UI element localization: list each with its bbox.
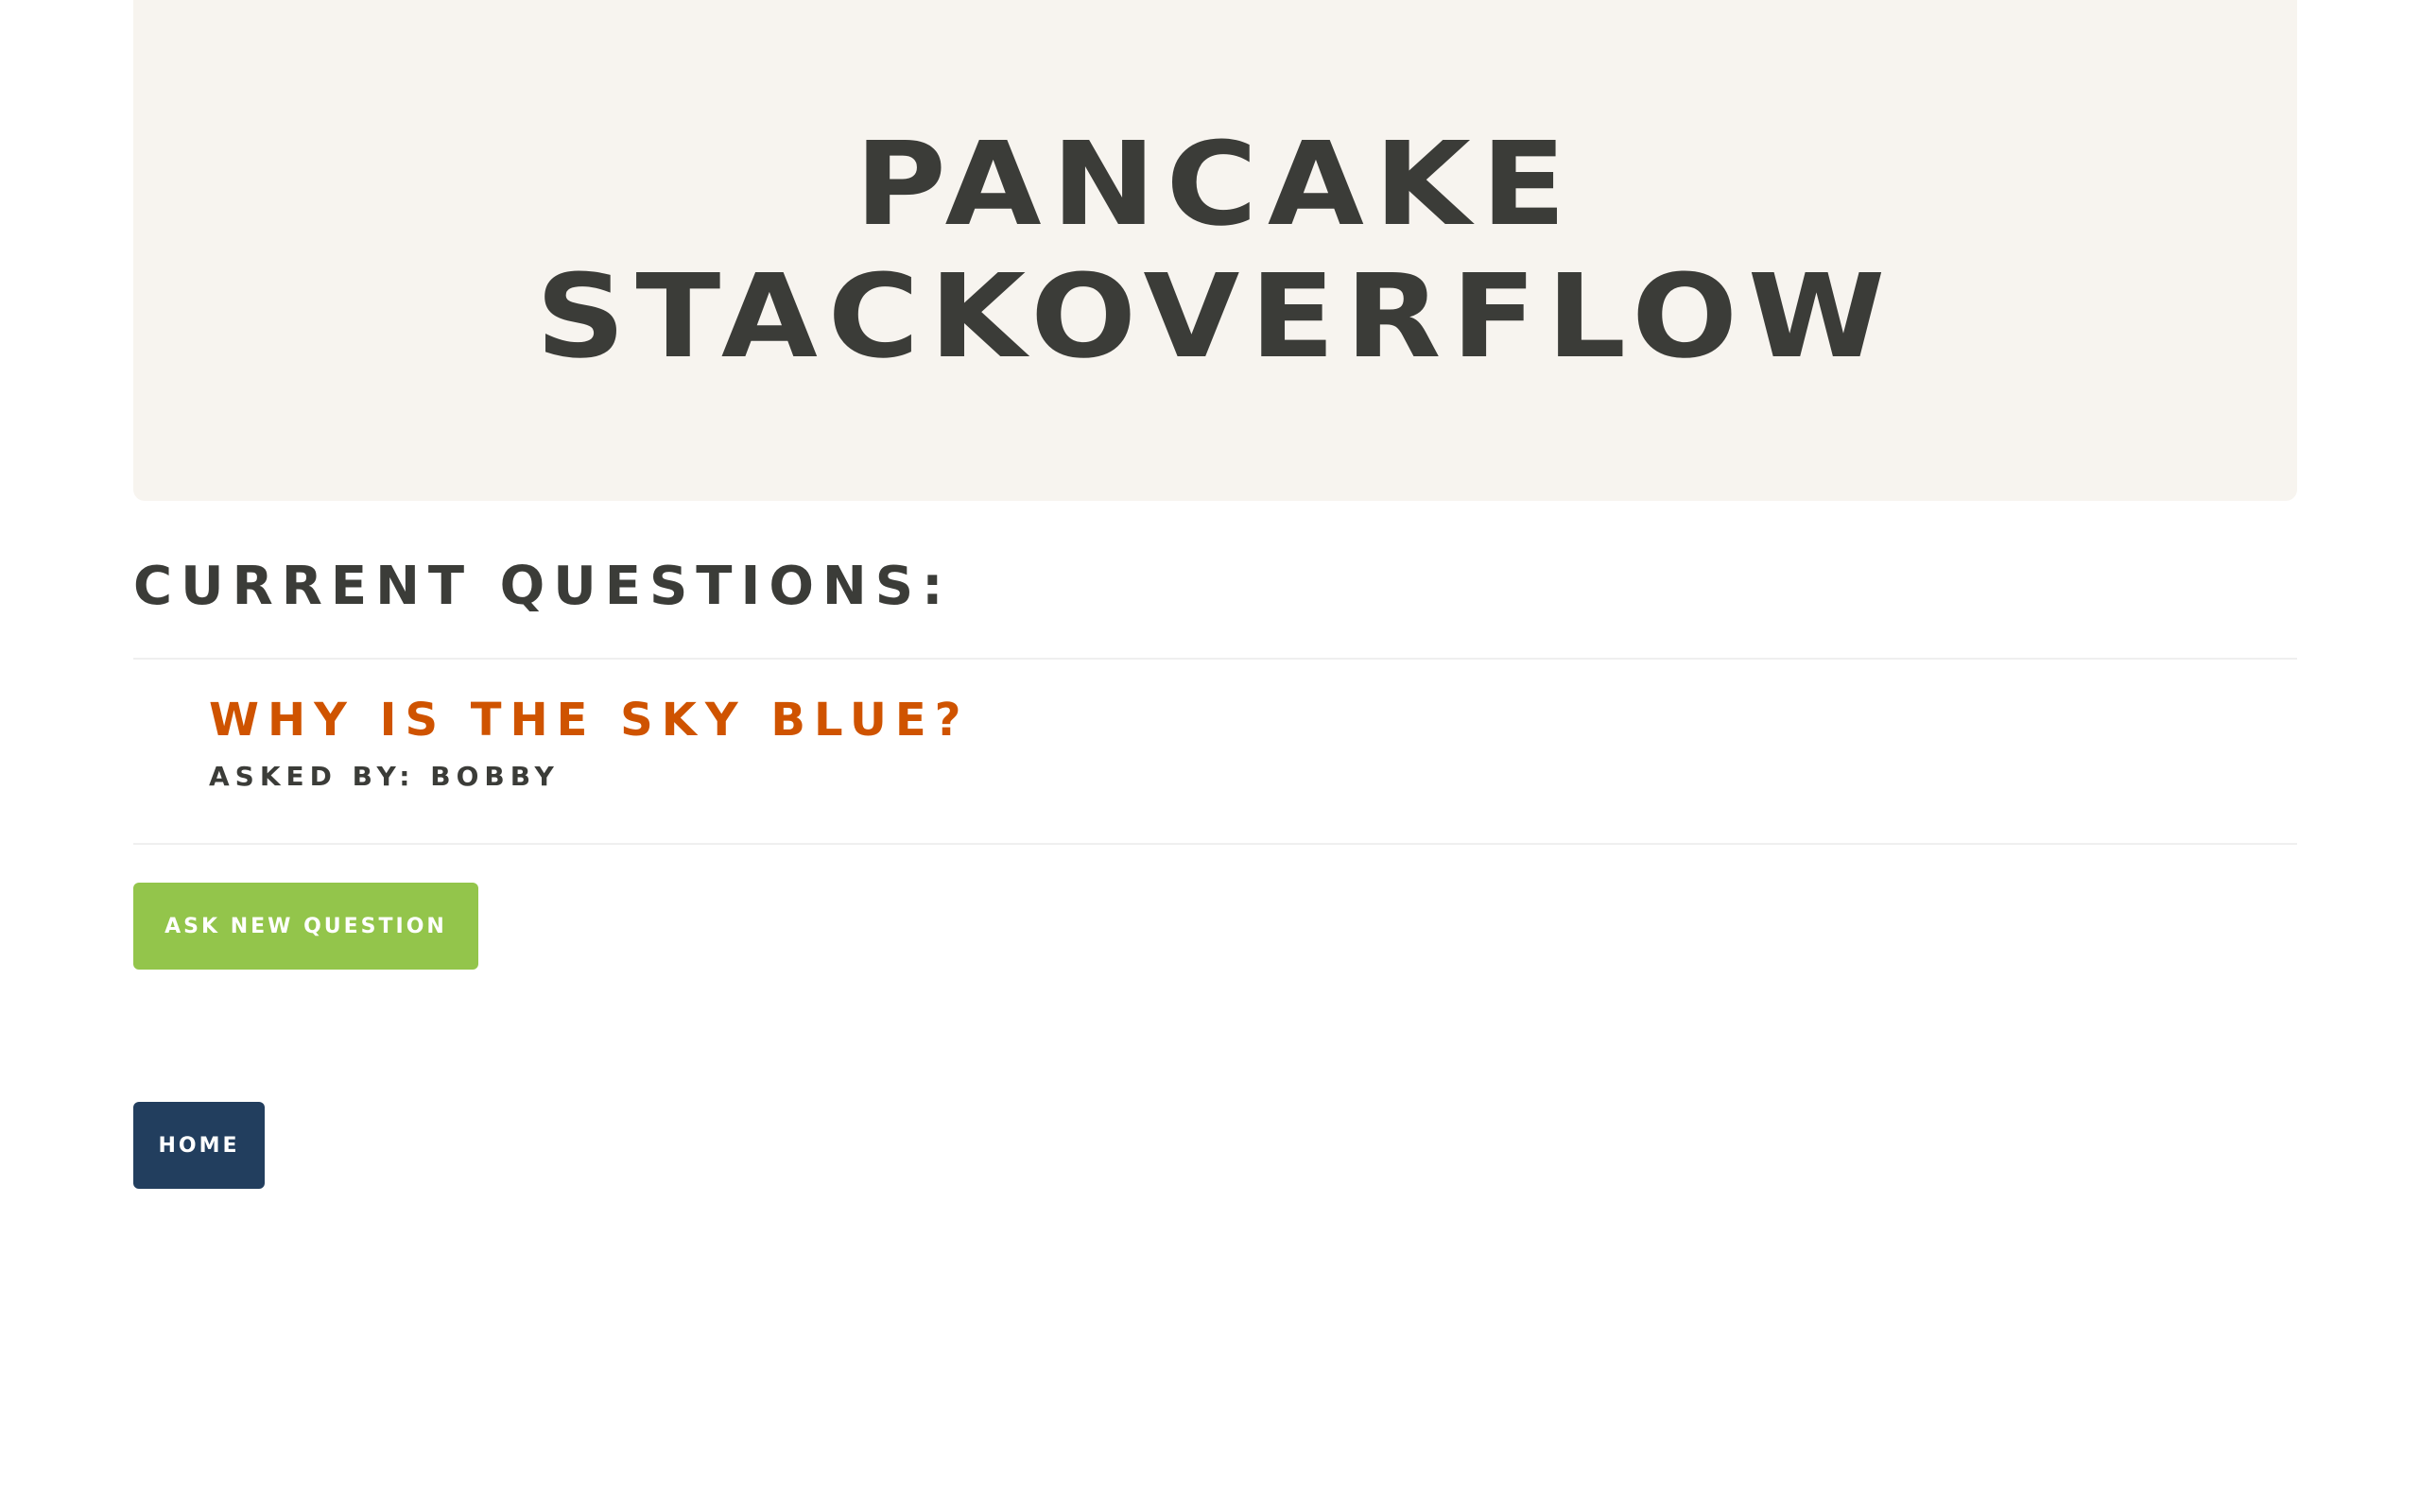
site-title: PANCAKE STACKOVERFLOW: [535, 118, 1894, 383]
question-title-link[interactable]: WHY IS THE SKY BLUE?: [209, 692, 969, 748]
site-title-line-2: STACKOVERFLOW: [535, 249, 1895, 384]
question-asked-by: ASKED BY: BOBBY: [209, 761, 560, 792]
home-button[interactable]: HOME: [133, 1102, 265, 1189]
site-title-line-1: PANCAKE: [854, 117, 1577, 251]
divider: [133, 658, 2297, 660]
question-list-item: WHY IS THE SKY BLUE? ASKED BY: BOBBY: [209, 692, 969, 794]
site-header: PANCAKE STACKOVERFLOW: [133, 0, 2297, 501]
ask-new-question-button[interactable]: ASK NEW QUESTION: [133, 883, 478, 970]
page-container: PANCAKE STACKOVERFLOW CURRENT QUESTIONS:…: [133, 0, 2297, 1189]
divider: [133, 843, 2297, 845]
current-questions-heading: CURRENT QUESTIONS:: [133, 556, 952, 617]
